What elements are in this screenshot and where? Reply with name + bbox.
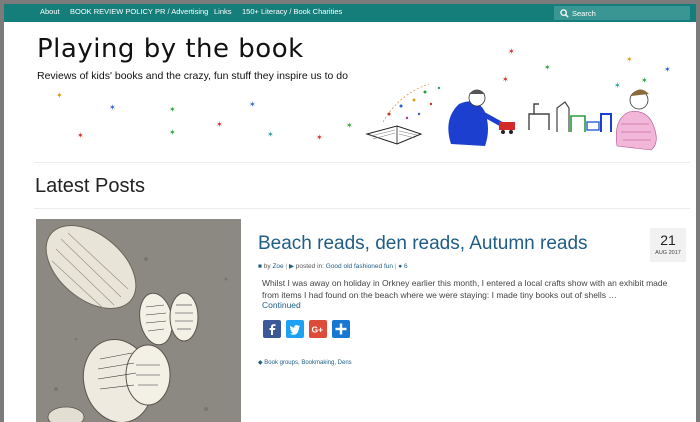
comment-icon: ● — [398, 263, 403, 270]
latest-posts-heading: Latest Posts — [35, 175, 146, 197]
nav-book-review-policy[interactable]: BOOK REVIEW POLICY — [70, 7, 153, 16]
page-frame: About BOOK REVIEW POLICY PR / Advertisin… — [4, 4, 696, 422]
star-decoration: ✶ — [249, 100, 256, 109]
star-decoration: ✶ — [169, 128, 176, 137]
post-date-badge: 21 AUG 2017 — [650, 228, 686, 262]
svg-text:G+: G+ — [312, 325, 324, 335]
star-decoration: ✶ — [544, 63, 551, 72]
star-decoration: ✶ — [508, 47, 515, 56]
star-decoration: ✦ — [56, 91, 63, 100]
continue-reading-link[interactable]: Continued — [262, 300, 301, 310]
share-plus-button[interactable] — [332, 320, 350, 338]
category-link[interactable]: Good old fashioned fun — [326, 263, 393, 270]
twitter-share-button[interactable] — [286, 320, 304, 338]
post-excerpt: Whilst I was away on holiday in Orkney e… — [262, 278, 668, 300]
tag-links[interactable]: Book groups, Bookmaking, Dens — [264, 360, 351, 366]
nav-about[interactable]: About — [40, 7, 60, 16]
tag-icon: ◆ — [258, 360, 263, 366]
post-thumbnail[interactable] — [36, 219, 241, 422]
google-plus-icon: G+ — [312, 325, 324, 335]
star-decoration: ✶ — [664, 65, 671, 74]
nav-links[interactable]: Links — [214, 7, 232, 16]
top-nav: About BOOK REVIEW POLICY PR / Advertisin… — [4, 4, 696, 22]
star-decoration: ✶ — [169, 105, 176, 114]
search-input[interactable] — [572, 7, 684, 19]
twitter-icon — [289, 325, 300, 335]
star-decoration: ✶ — [216, 120, 223, 129]
search-icon — [560, 9, 569, 18]
google-plus-share-button[interactable]: G+ — [309, 320, 327, 338]
share-plus-icon — [335, 323, 347, 335]
star-decoration: ✶ — [316, 133, 323, 142]
author-link[interactable]: Zoe — [272, 263, 283, 270]
folder-icon: ▶ — [288, 263, 294, 270]
search-box[interactable] — [554, 6, 690, 20]
header-divider — [34, 162, 690, 163]
site-tagline: Reviews of kids' books and the crazy, fu… — [37, 70, 348, 82]
post-date-day: 21 — [660, 232, 676, 248]
nav-literacy-charities[interactable]: 150+ Literacy / Book Charities — [242, 7, 342, 16]
header-illustration — [365, 83, 657, 151]
star-decoration: ✶ — [109, 103, 116, 112]
post-meta: ■ by Zoe | ▶ posted in: Good old fashion… — [258, 262, 408, 270]
author-prefix: by — [263, 263, 271, 270]
site-title[interactable]: Playing by the book — [37, 34, 304, 64]
star-decoration: ✶ — [346, 121, 353, 130]
post-title[interactable]: Beach reads, den reads, Autumn reads — [258, 233, 588, 255]
posted-in-prefix: posted in: — [295, 263, 324, 270]
star-decoration: ✶ — [267, 130, 274, 139]
post-date-month: AUG 2017 — [655, 250, 681, 256]
facebook-icon — [269, 324, 276, 335]
shell-books-photo — [36, 219, 241, 422]
star-decoration: ✶ — [626, 55, 633, 64]
facebook-share-button[interactable] — [263, 320, 281, 338]
star-decoration: ✶ — [77, 131, 84, 140]
post-tags: ◆ Book groups, Bookmaking, Dens — [258, 359, 352, 366]
section-divider — [34, 208, 690, 209]
nav-pr-advertising[interactable]: PR / Advertising — [155, 7, 208, 16]
comment-count-link[interactable]: 6 — [404, 263, 408, 270]
author-icon: ■ — [258, 263, 262, 270]
